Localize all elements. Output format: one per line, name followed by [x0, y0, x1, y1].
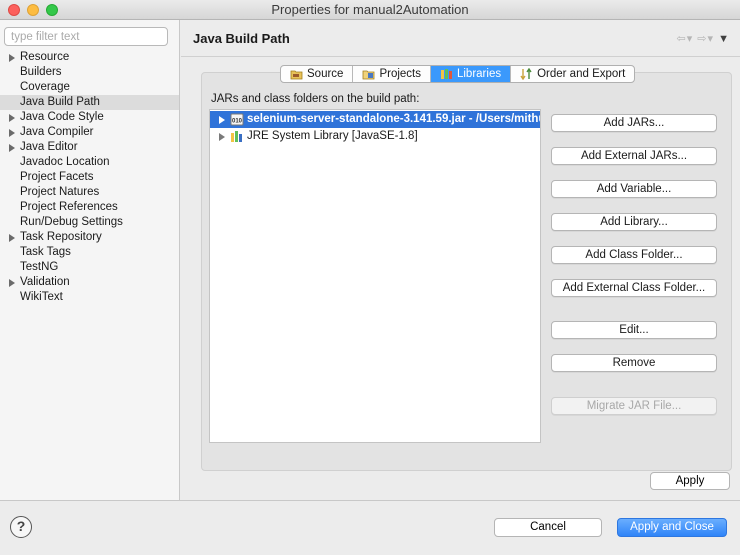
back-arrow-icon[interactable]: ⇦▾ [676, 33, 693, 45]
list-item[interactable]: JRE System Library [JavaSE-1.8] [210, 128, 540, 145]
sidebar-item-resource[interactable]: Resource [0, 50, 179, 65]
build-path-label: JARs and class folders on the build path… [211, 93, 420, 105]
sidebar-item-label: Java Code Style [20, 111, 104, 123]
sidebar-item-label: Java Editor [20, 141, 78, 153]
forward-arrow-icon[interactable]: ⇨▾ [697, 33, 714, 45]
nav-icons: ⇦▾ ⇨▾ ▼ [676, 32, 730, 45]
view-menu-icon[interactable]: ▼ [718, 33, 730, 45]
projects-icon [362, 68, 375, 80]
list-item-label: selenium-server-standalone-3.141.59.jar … [247, 113, 540, 125]
sidebar-item-testng[interactable]: TestNG [0, 260, 179, 275]
header-divider [181, 56, 740, 57]
sidebar-item-label: Task Repository [20, 231, 102, 243]
sidebar: Resource Builders Coverage Java Build Pa… [0, 20, 180, 500]
expand-arrow-icon[interactable] [9, 114, 15, 122]
sidebar-item-run-debug-settings[interactable]: Run/Debug Settings [0, 215, 179, 230]
main-panel: Java Build Path ⇦▾ ⇨▾ ▼ Source Projects … [181, 20, 740, 500]
sidebar-item-task-repository[interactable]: Task Repository [0, 230, 179, 245]
tab-libraries[interactable]: Libraries [430, 66, 512, 82]
sidebar-item-label: Builders [20, 66, 62, 78]
tab-bar: Source Projects Libraries Order and Expo… [280, 65, 636, 83]
sidebar-item-label: Run/Debug Settings [20, 216, 123, 228]
sidebar-item-javadoc-location[interactable]: Javadoc Location [0, 155, 179, 170]
sidebar-item-label: TestNG [20, 261, 59, 273]
tab-label: Source [307, 68, 344, 80]
expand-arrow-icon[interactable] [9, 54, 15, 62]
jar-file-icon: 010 [230, 113, 244, 126]
add-class-folder-button[interactable]: Add Class Folder... [551, 246, 717, 264]
title-bar: Properties for manual2Automation [0, 0, 740, 20]
library-icon [230, 130, 244, 143]
tab-source[interactable]: Source [281, 66, 354, 82]
libraries-icon [440, 68, 453, 80]
sidebar-item-label: Task Tags [20, 246, 71, 258]
sidebar-item-label: Resource [20, 51, 70, 63]
tab-label: Projects [379, 68, 421, 80]
add-external-jars-button[interactable]: Add External JARs... [551, 147, 717, 165]
expand-arrow-icon[interactable] [219, 116, 225, 124]
sidebar-item-wikitext[interactable]: WikiText [0, 290, 179, 305]
sidebar-item-label: Project References [20, 201, 118, 213]
sidebar-item-java-editor[interactable]: Java Editor [0, 140, 179, 155]
tab-label: Order and Export [537, 68, 626, 80]
sidebar-item-label: Java Build Path [20, 96, 100, 108]
window-title: Properties for manual2Automation [271, 2, 469, 17]
add-jars-button[interactable]: Add JARs... [551, 114, 717, 132]
build-path-list[interactable]: 010 selenium-server-standalone-3.141.59.… [209, 109, 541, 443]
sidebar-item-label: Project Facets [20, 171, 94, 183]
order-export-icon [520, 67, 533, 81]
sidebar-item-label: Validation [20, 276, 70, 288]
add-variable-button[interactable]: Add Variable... [551, 180, 717, 198]
sidebar-item-label: Javadoc Location [20, 156, 110, 168]
footer: ? Cancel Apply and Close [0, 500, 740, 555]
expand-arrow-icon[interactable] [9, 279, 15, 287]
source-folder-icon [290, 68, 303, 80]
sidebar-item-label: Project Natures [20, 186, 100, 198]
sidebar-item-label: Coverage [20, 81, 70, 93]
add-library-button[interactable]: Add Library... [551, 213, 717, 231]
svg-text:010: 010 [232, 119, 243, 125]
sidebar-item-validation[interactable]: Validation [0, 275, 179, 290]
expand-arrow-icon[interactable] [9, 144, 15, 152]
add-external-class-folder-button[interactable]: Add External Class Folder... [551, 279, 717, 297]
sidebar-item-java-code-style[interactable]: Java Code Style [0, 110, 179, 125]
migrate-jar-button[interactable]: Migrate JAR File... [551, 397, 717, 415]
page-title: Java Build Path [193, 31, 290, 46]
sidebar-item-java-build-path[interactable]: Java Build Path [0, 95, 179, 110]
sidebar-item-coverage[interactable]: Coverage [0, 80, 179, 95]
sidebar-item-project-natures[interactable]: Project Natures [0, 185, 179, 200]
sidebar-item-builders[interactable]: Builders [0, 65, 179, 80]
expand-arrow-icon[interactable] [219, 133, 225, 141]
help-icon[interactable]: ? [10, 516, 32, 538]
sidebar-item-project-references[interactable]: Project References [0, 200, 179, 215]
apply-and-close-button[interactable]: Apply and Close [617, 518, 727, 537]
sidebar-item-java-compiler[interactable]: Java Compiler [0, 125, 179, 140]
remove-button[interactable]: Remove [551, 354, 717, 372]
expand-arrow-icon[interactable] [9, 129, 15, 137]
edit-button[interactable]: Edit... [551, 321, 717, 339]
tab-label: Libraries [456, 68, 502, 80]
list-item-label: JRE System Library [JavaSE-1.8] [247, 130, 418, 142]
sidebar-item-label: Java Compiler [20, 126, 94, 138]
property-tree: Resource Builders Coverage Java Build Pa… [0, 50, 179, 305]
tab-order-and-export[interactable]: Order and Export [511, 66, 634, 82]
apply-button[interactable]: Apply [650, 472, 730, 490]
sidebar-item-task-tags[interactable]: Task Tags [0, 245, 179, 260]
expand-arrow-icon[interactable] [9, 234, 15, 242]
filter-input[interactable] [4, 27, 168, 46]
list-item[interactable]: 010 selenium-server-standalone-3.141.59.… [210, 111, 540, 128]
cancel-button[interactable]: Cancel [494, 518, 602, 537]
sidebar-item-project-facets[interactable]: Project Facets [0, 170, 179, 185]
tab-projects[interactable]: Projects [353, 66, 431, 82]
sidebar-item-label: WikiText [20, 291, 63, 303]
